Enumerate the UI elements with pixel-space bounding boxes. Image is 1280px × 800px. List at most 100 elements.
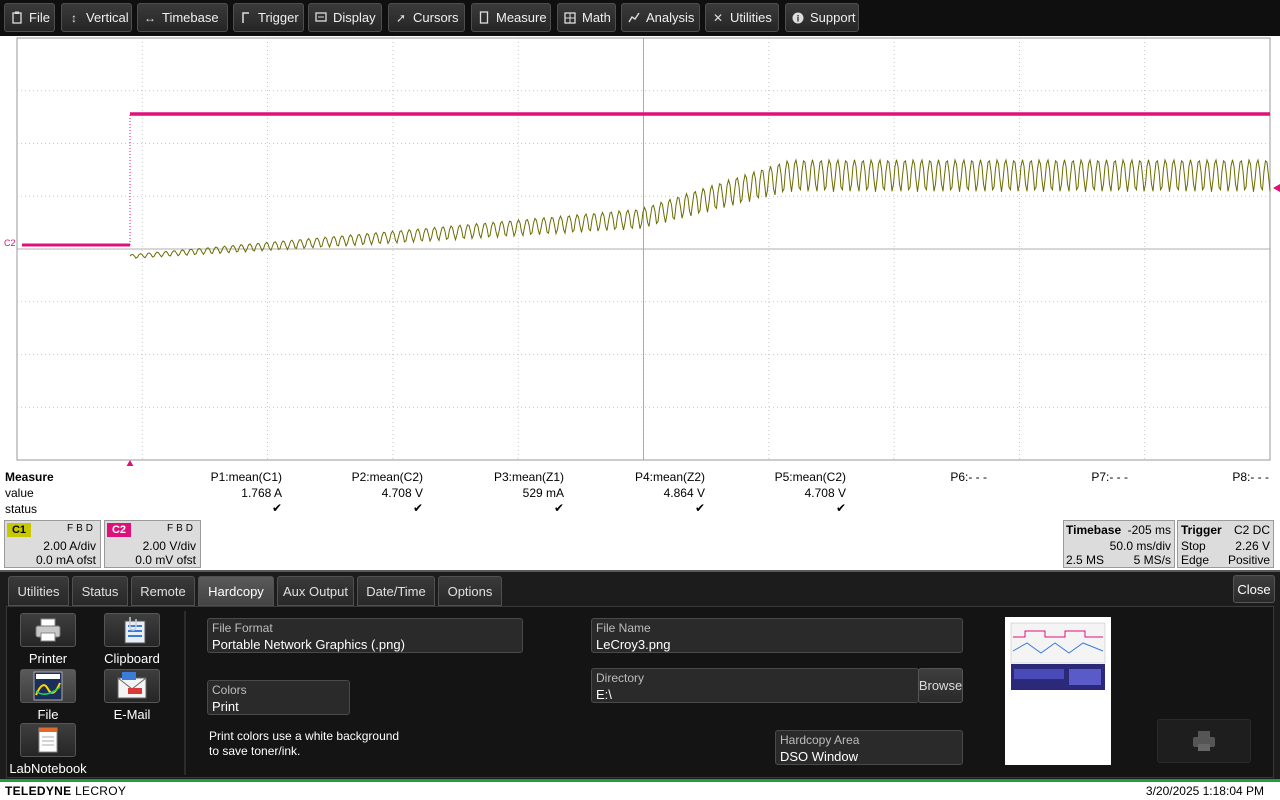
trigger-position-marker[interactable] — [126, 460, 134, 466]
trigger-title: Trigger — [1181, 523, 1222, 537]
labnotebook-button[interactable] — [20, 723, 76, 757]
close-button[interactable]: Close — [1233, 575, 1275, 603]
c2-flags: FBD — [167, 523, 196, 534]
c1-waveform-trace — [129, 158, 1271, 259]
trigger-icon — [240, 11, 252, 25]
timebase-title: Timebase — [1066, 523, 1122, 537]
menu-math[interactable]: Math — [557, 3, 616, 32]
param-p3-value: 529 mA — [522, 486, 564, 500]
measure-table: Measure value status P1:mean(C1) 1.768 A… — [0, 468, 1280, 518]
email-button[interactable] — [104, 669, 160, 703]
param-p2-name[interactable]: P2:mean(C2) — [283, 470, 423, 484]
trigger-descriptor[interactable]: Trigger C2 DC Stop 2.26 V Edge Positive — [1177, 520, 1274, 568]
menu-measure[interactable]: Measure — [471, 3, 551, 32]
cursors-icon: ➚ — [395, 10, 407, 25]
file-label: File — [37, 707, 59, 722]
utilities-icon: ✕ — [712, 10, 724, 25]
printer-button[interactable] — [20, 613, 76, 647]
menu-trigger[interactable]: Trigger — [233, 3, 304, 32]
c2-ground-label: C2 — [4, 238, 16, 248]
clipboard-icon — [124, 617, 146, 644]
param-p2-status: ✔ — [412, 501, 423, 515]
vertical-icon: ↕ — [71, 10, 77, 25]
param-p3-status: ✔ — [553, 501, 564, 515]
email-icon — [117, 672, 147, 699]
colors-field[interactable]: Colors Print — [207, 680, 350, 715]
waveform-display[interactable]: C2 — [0, 36, 1280, 466]
menu-support[interactable]: i Support — [785, 3, 859, 32]
support-icon: i — [792, 11, 804, 25]
channel-c2-descriptor[interactable]: C2 FBD 2.00 V/div 0.0 mV ofst — [104, 520, 201, 568]
measure-title: Measure — [5, 470, 54, 484]
measure-row-value-label: value — [5, 486, 34, 500]
timebase-delay: -205 ms — [1127, 523, 1171, 537]
analysis-icon — [628, 11, 640, 25]
hardcopy-preview — [1005, 617, 1111, 765]
directory-field[interactable]: Directory E:\ — [591, 668, 919, 703]
display-icon — [315, 11, 327, 25]
svg-text:i: i — [797, 13, 800, 23]
param-p1-name[interactable]: P1:mean(C1) — [142, 470, 282, 484]
param-p5-value: 4.708 V — [804, 486, 846, 500]
tab-utilities[interactable]: Utilities — [8, 576, 69, 606]
panel-divider — [184, 611, 186, 775]
hardcopy-area-field[interactable]: Hardcopy Area DSO Window — [775, 730, 963, 765]
file-picture-icon — [33, 671, 63, 701]
email-label: E-Mail — [113, 707, 151, 722]
math-icon — [564, 11, 576, 25]
tab-aux-output[interactable]: Aux Output — [277, 576, 354, 606]
clipboard-button[interactable] — [104, 613, 160, 647]
param-p4-value: 4.864 V — [663, 486, 705, 500]
file-format-field[interactable]: File Format Portable Network Graphics (.… — [207, 618, 523, 653]
labnotebook-label: LabNotebook — [9, 761, 87, 776]
menu-file[interactable]: File — [4, 3, 55, 32]
timebase-rate: 5 MS/s — [1133, 553, 1171, 567]
printer-label: Printer — [28, 651, 68, 666]
param-p4-name[interactable]: P4:mean(Z2) — [565, 470, 705, 484]
menu-display[interactable]: Display — [308, 3, 382, 32]
param-p7-name[interactable]: P7:- - - — [988, 470, 1128, 484]
timebase-descriptor[interactable]: Timebase -205 ms 50.0 ms/div 2.5 MS 5 MS… — [1063, 520, 1175, 568]
tab-hardcopy[interactable]: Hardcopy — [198, 576, 274, 606]
menu-vertical[interactable]: ↕ Vertical — [61, 3, 132, 32]
menu-analysis[interactable]: Analysis — [621, 3, 700, 32]
c1-flags: FBD — [67, 523, 96, 534]
c1-scale: 2.00 A/div — [43, 539, 96, 553]
trigger-mode: Stop — [1181, 539, 1206, 553]
param-p6-name[interactable]: P6:- - - — [847, 470, 987, 484]
param-p8-name[interactable]: P8:- - - — [1129, 470, 1269, 484]
graticule — [16, 37, 1271, 461]
c2-tag: C2 — [107, 523, 131, 537]
menu-bar: File ↕ Vertical ↔ Timebase Trigger Displ… — [0, 0, 1280, 36]
menu-timebase[interactable]: ↔ Timebase — [137, 3, 228, 32]
trigger-level-marker[interactable] — [1273, 184, 1280, 192]
notebook-icon — [38, 727, 58, 753]
param-p5-name[interactable]: P5:mean(C2) — [706, 470, 846, 484]
print-now-button[interactable] — [1157, 719, 1251, 763]
browse-button[interactable]: Browse — [918, 668, 963, 703]
tab-remote[interactable]: Remote — [131, 576, 195, 606]
trigger-source: C2 DC — [1233, 523, 1270, 537]
channel-c1-descriptor[interactable]: C1 FBD 2.00 A/div 0.0 mA ofst — [4, 520, 101, 568]
file-button[interactable] — [20, 669, 76, 703]
param-p1-status: ✔ — [271, 501, 282, 515]
menu-utilities[interactable]: ✕ Utilities — [705, 3, 779, 32]
menu-cursors[interactable]: ➚ Cursors — [388, 3, 465, 32]
utilities-dialog: Utilities Status Remote Hardcopy Aux Out… — [0, 570, 1280, 782]
tab-options[interactable]: Options — [438, 576, 502, 606]
tab-date-time[interactable]: Date/Time — [357, 576, 435, 606]
print-icon — [1193, 731, 1215, 751]
file-name-field[interactable]: File Name LeCroy3.png — [591, 618, 963, 653]
c1-offset: 0.0 mA ofst — [35, 553, 96, 567]
c2-scale: 2.00 V/div — [142, 539, 196, 553]
param-p1-value: 1.768 A — [241, 486, 282, 500]
c2-waveform-trace — [22, 112, 1270, 247]
trigger-level: 2.26 V — [1235, 539, 1270, 553]
param-p3-name[interactable]: P3:mean(Z1) — [424, 470, 564, 484]
trigger-type: Edge — [1181, 553, 1210, 567]
hardcopy-panel: Printer Clipboard File E-Mail LabNoteboo… — [6, 606, 1274, 778]
tab-status[interactable]: Status — [72, 576, 128, 606]
param-p2-value: 4.708 V — [381, 486, 423, 500]
file-icon — [11, 11, 23, 25]
param-p4-status: ✔ — [694, 501, 705, 515]
